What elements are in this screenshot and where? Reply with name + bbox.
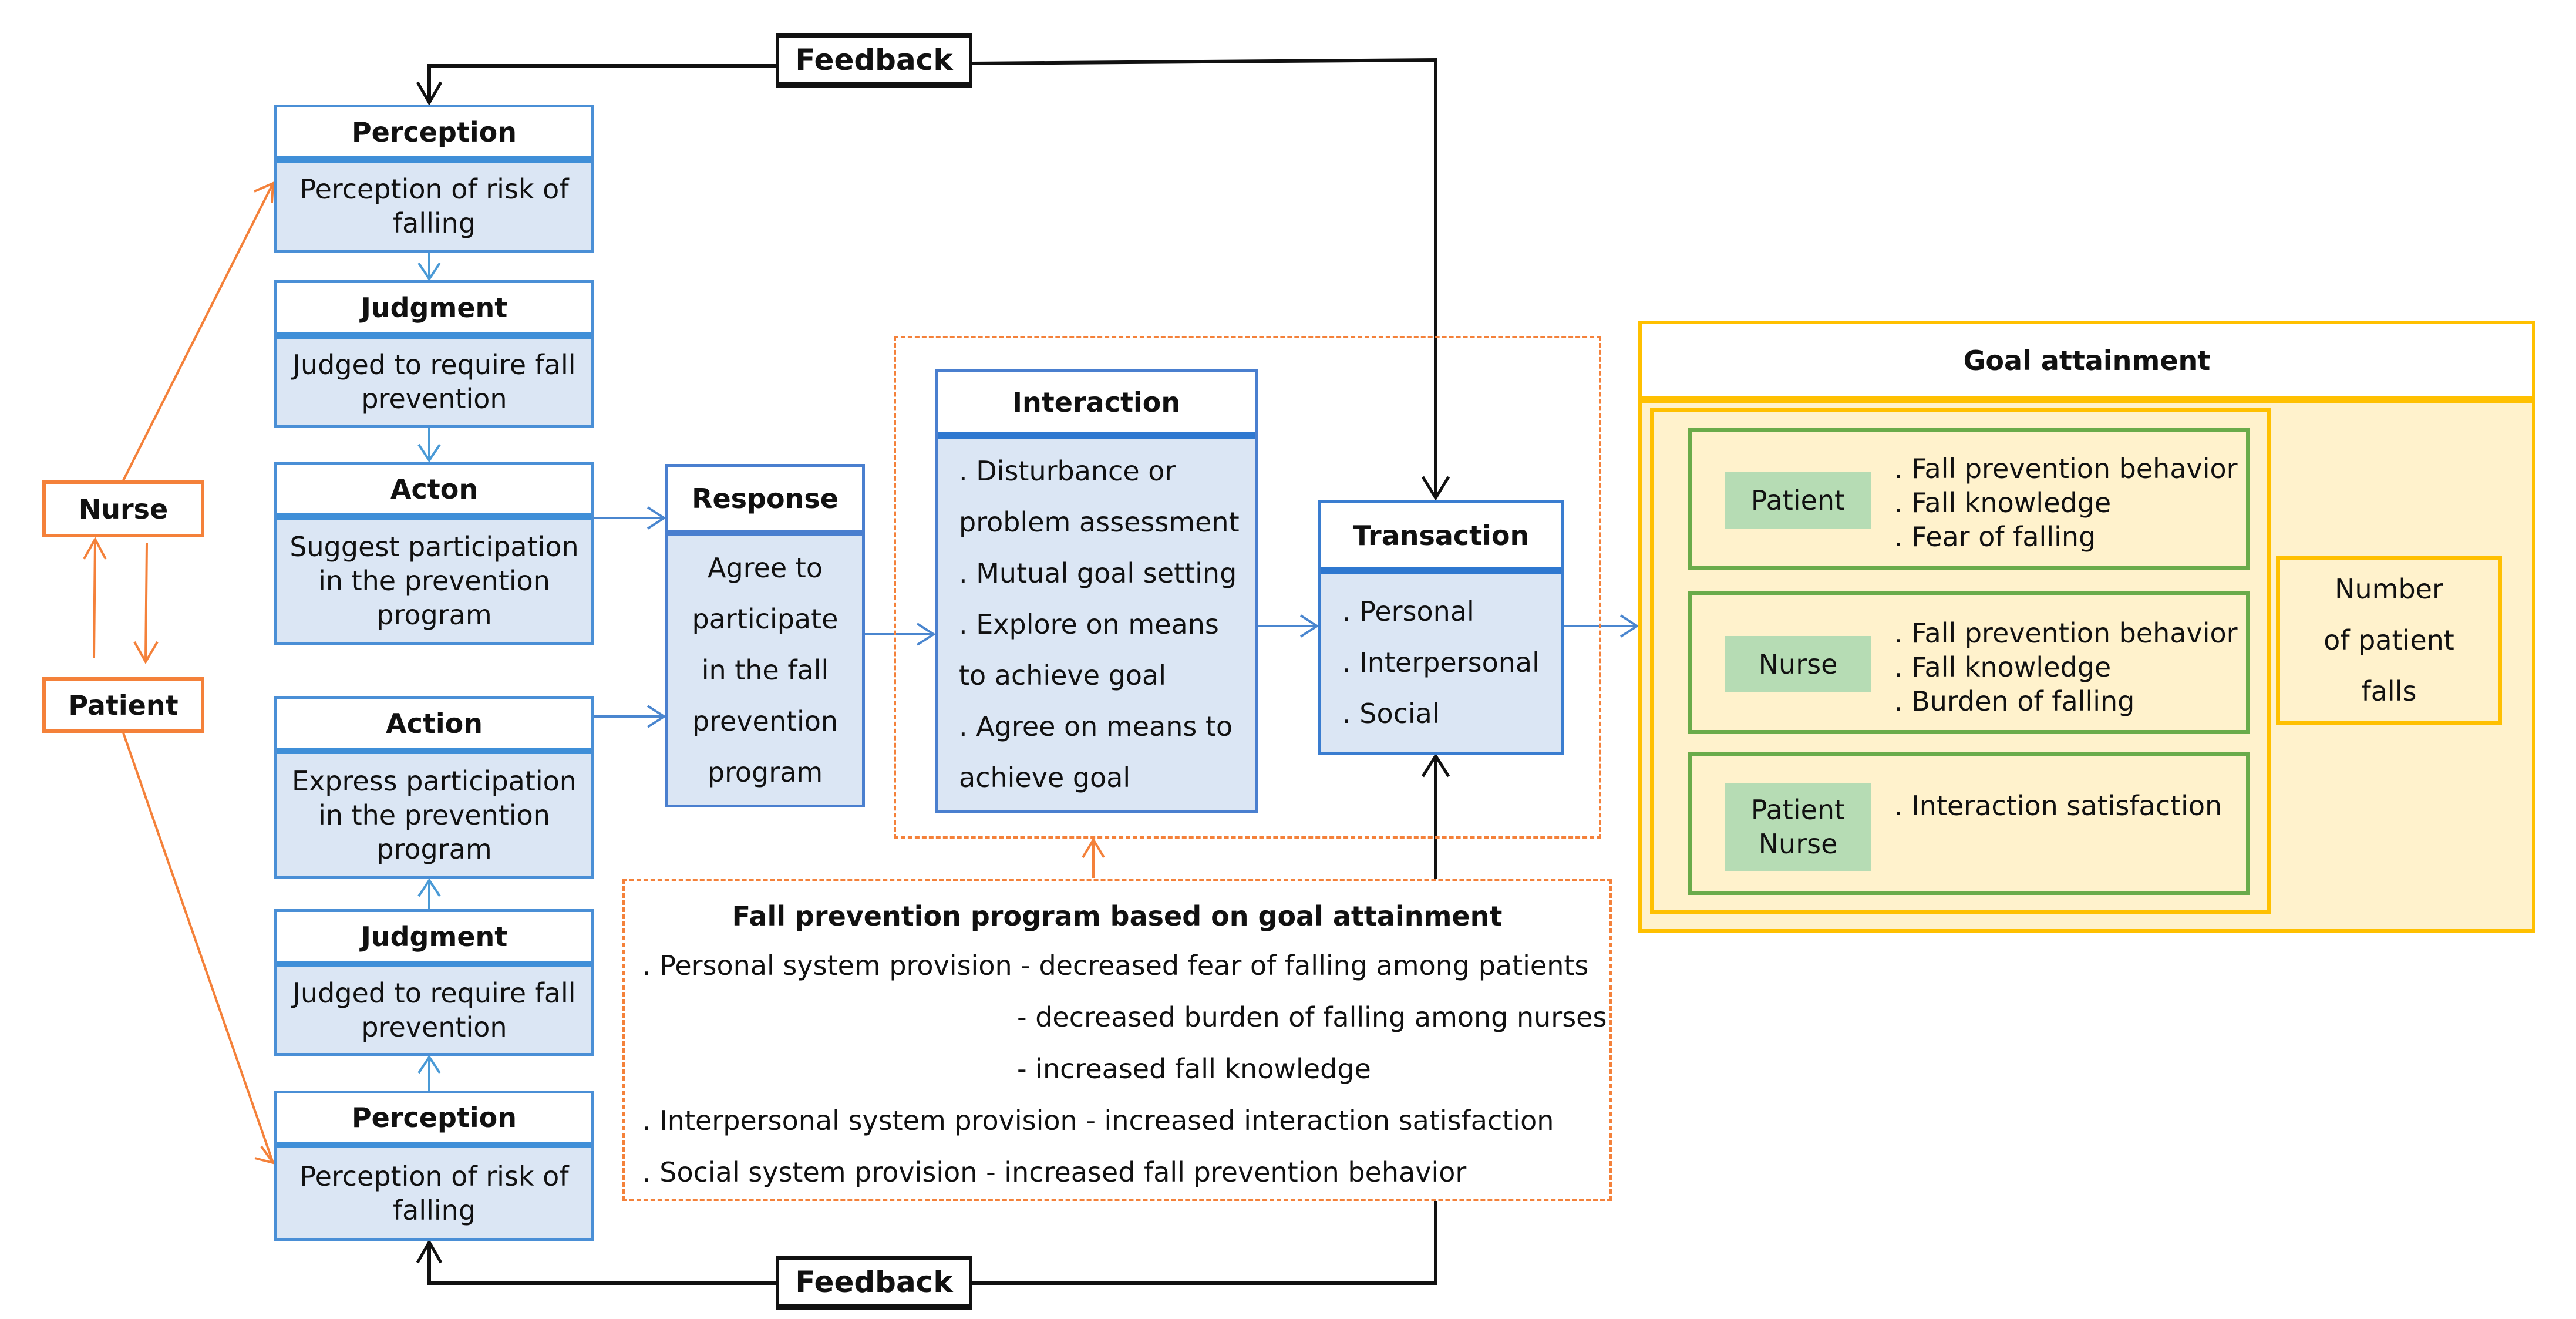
transaction-box: Transaction . Personal . Interpersonal .… <box>1318 500 1564 755</box>
program-line: - decreased burden of falling among nurs… <box>1017 1001 1607 1033</box>
nurse-judgment-title: Judgment <box>277 283 591 339</box>
nurse-judgment-body: Judged to require fall prevention <box>292 349 576 415</box>
interaction-line: . Disturbance or <box>959 455 1176 487</box>
interaction-line: problem assessment <box>959 506 1240 538</box>
interaction-line: to achieve goal <box>959 659 1166 691</box>
interaction-title: Interaction <box>938 372 1255 439</box>
response-body: Agree to participate in the fall prevent… <box>668 536 862 805</box>
feedback-bottom-label: Feedback <box>795 1265 953 1299</box>
interaction-line: . Mutual goal setting <box>959 557 1237 589</box>
goal-group-items: . Fall prevention behavior . Fall knowle… <box>1894 452 2238 554</box>
goal-item: . Fall knowledge <box>1894 487 2112 519</box>
patient-action-title: Action <box>277 699 591 754</box>
goal-group-label: Nurse <box>1725 636 1871 692</box>
patient-perception-title: Perception <box>277 1093 591 1148</box>
patient-action-box: Action Express participation in the prev… <box>274 696 594 879</box>
nurse-actor-label: Nurse <box>78 493 169 525</box>
outcome-line: falls <box>2361 675 2417 707</box>
goal-attainment-box: Goal attainment Patient . Fall preventio… <box>1638 321 2535 933</box>
nurse-perception-box: Perception Perception of risk of falling <box>274 105 594 253</box>
feedback-box-bottom: Feedback <box>776 1256 972 1310</box>
interaction-line: achieve goal <box>959 761 1131 793</box>
patient-judgment-box: Judgment Judged to require fall preventi… <box>274 909 594 1056</box>
patient-perception-body: Perception of risk of falling <box>299 1160 569 1226</box>
response-line: participate <box>692 603 839 635</box>
patient-actor-label: Patient <box>68 689 179 721</box>
nurse-action-box: Acton Suggest participation in the preve… <box>274 462 594 645</box>
response-box: Response Agree to participate in the fal… <box>665 464 865 807</box>
goal-group-items: . Fall prevention behavior . Fall knowle… <box>1894 616 2238 718</box>
interaction-box: Interaction . Disturbance or problem ass… <box>935 369 1258 813</box>
program-line: . Interpersonal system provision - incre… <box>642 1105 1554 1136</box>
program-line: . Personal system provision - decreased … <box>642 950 1589 981</box>
patient-action-body: Express participation in the prevention … <box>292 765 577 865</box>
nurse-action-body: Suggest participation in the prevention … <box>289 531 579 631</box>
outcome-line: of patient <box>2324 624 2454 656</box>
goal-item: . Burden of falling <box>1894 685 2135 717</box>
patient-actor-box: Patient <box>42 677 204 733</box>
feedback-top-label: Feedback <box>795 43 953 77</box>
goal-group-patient: Patient . Fall prevention behavior . Fal… <box>1688 428 2250 570</box>
interaction-line: . Explore on means <box>959 608 1219 640</box>
goal-item: . Fear of falling <box>1894 521 2096 553</box>
goal-group-label-line: Patient <box>1750 794 1846 826</box>
goal-group-nurse: Nurse . Fall prevention behavior . Fall … <box>1688 591 2250 734</box>
goal-attainment-title: Goal attainment <box>1642 324 2532 403</box>
transaction-item: . Interpersonal <box>1342 647 1540 678</box>
patient-judgment-title: Judgment <box>277 912 591 967</box>
patient-perception-box: Perception Perception of risk of falling <box>274 1091 594 1241</box>
goal-group-items: . Interaction satisfaction <box>1894 789 2222 823</box>
interaction-line: . Agree on means to <box>959 710 1233 742</box>
goal-item: . Fall prevention behavior <box>1894 453 2238 484</box>
program-line: . Social system provision - increased fa… <box>642 1156 1467 1188</box>
nurse-action-title: Acton <box>277 465 591 520</box>
nurse-perception-title: Perception <box>277 107 591 163</box>
patient-judgment-body: Judged to require fall prevention <box>292 977 576 1043</box>
program-line: - increased fall knowledge <box>1017 1053 1371 1085</box>
goal-group-patient-nurse: Patient Nurse . Interaction satisfaction <box>1688 752 2250 895</box>
transaction-item: . Social <box>1342 698 1440 729</box>
program-title: Fall prevention program based on goal at… <box>732 900 1503 932</box>
nurse-perception-body: Perception of risk of falling <box>299 173 569 239</box>
outcome-box: Number of patient falls <box>2276 556 2502 725</box>
goal-group-label: Patient Nurse <box>1725 783 1871 871</box>
program-box: Fall prevention program based on goal at… <box>622 879 1612 1201</box>
transaction-body: . Personal . Interpersonal . Social <box>1321 574 1561 752</box>
transaction-title: Transaction <box>1321 503 1561 574</box>
goal-item: . Interaction satisfaction <box>1894 790 2223 822</box>
response-line: program <box>707 756 823 788</box>
response-line: Agree to <box>708 552 823 584</box>
response-title: Response <box>668 467 862 536</box>
nurse-actor-box: Nurse <box>42 480 204 537</box>
outcome-line: Number <box>2335 573 2443 605</box>
goal-group-label-line: Nurse <box>1758 828 1838 860</box>
interaction-body: . Disturbance or problem assessment . Mu… <box>938 439 1255 810</box>
response-line: in the fall <box>701 654 829 686</box>
feedback-box-top: Feedback <box>776 33 972 88</box>
response-line: prevention <box>692 705 839 737</box>
transaction-item: . Personal <box>1342 595 1474 627</box>
goal-item: . Fall knowledge <box>1894 651 2112 683</box>
goal-item: . Fall prevention behavior <box>1894 617 2238 649</box>
nurse-judgment-box: Judgment Judged to require fall preventi… <box>274 280 594 428</box>
goal-group-label: Patient <box>1725 472 1871 529</box>
